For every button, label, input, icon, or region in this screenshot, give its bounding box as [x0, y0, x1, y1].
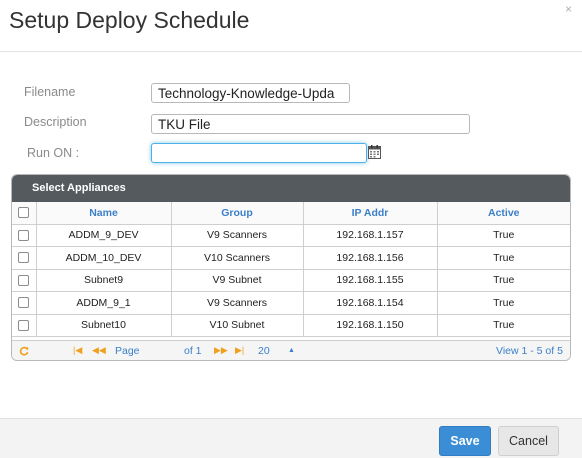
- select-all-checkbox[interactable]: [18, 207, 30, 219]
- column-header-name[interactable]: Name: [35, 202, 172, 225]
- dialog-footer: Save Cancel: [0, 418, 582, 458]
- column-header-ip-addr[interactable]: IP Addr: [302, 202, 438, 225]
- appliances-grid: Select Appliances Name Group IP Addr Act…: [11, 174, 571, 361]
- run-on-date-field[interactable]: [151, 143, 367, 163]
- calendar-icon[interactable]: [368, 145, 381, 159]
- first-page-icon[interactable]: |◀: [73, 345, 82, 356]
- appliances-table: Name Group IP Addr Active ADDM_9_DEV V9 …: [12, 202, 570, 337]
- cancel-button[interactable]: Cancel: [498, 426, 559, 456]
- row-checkbox[interactable]: [18, 274, 30, 286]
- close-icon[interactable]: ×: [565, 2, 572, 16]
- cell-group: V9 Scanners: [170, 223, 304, 247]
- cell-group: V9 Subnet: [170, 268, 304, 292]
- save-button[interactable]: Save: [439, 426, 491, 456]
- row-checkbox[interactable]: [18, 252, 30, 264]
- cell-name: Subnet9: [35, 268, 172, 292]
- column-header-active[interactable]: Active: [436, 202, 570, 225]
- row-select-cell: [12, 291, 37, 315]
- description-field[interactable]: [151, 114, 470, 134]
- column-header-group[interactable]: Group: [170, 202, 304, 225]
- row-select-cell: [12, 223, 37, 247]
- cell-group: V10 Subnet: [170, 313, 304, 337]
- cell-name: Subnet10: [35, 313, 172, 337]
- select-all-cell: [12, 202, 37, 225]
- page-number-input[interactable]: [143, 344, 177, 358]
- row-select-cell: [12, 268, 37, 292]
- cell-ip-addr: 192.168.1.156: [302, 246, 438, 270]
- row-select-cell: [12, 313, 37, 337]
- last-page-icon[interactable]: ▶|: [235, 345, 244, 356]
- next-page-icon[interactable]: ▶▶: [214, 345, 228, 356]
- cell-ip-addr: 192.168.1.155: [302, 268, 438, 292]
- cell-group: V10 Scanners: [170, 246, 304, 270]
- cell-active: True: [436, 313, 570, 337]
- description-label: Description: [24, 115, 87, 129]
- cell-active: True: [436, 246, 570, 270]
- filename-label: Filename: [24, 85, 76, 99]
- cell-active: True: [436, 223, 570, 247]
- page-label: Page: [115, 345, 140, 357]
- cell-group: V9 Scanners: [170, 291, 304, 315]
- dialog-header: Setup Deploy Schedule ×: [0, 0, 582, 52]
- table-row[interactable]: ADDM_9_1 V9 Scanners 192.168.1.154 True: [12, 291, 570, 315]
- refresh-icon[interactable]: [19, 346, 29, 356]
- row-checkbox[interactable]: [18, 297, 30, 309]
- prev-page-icon[interactable]: ◀◀: [92, 345, 106, 356]
- grid-pager: |◀ ◀◀ Page of 1 ▶▶ ▶| 20 ▲ View 1 - 5 of…: [12, 340, 570, 360]
- view-records-text: View 1 - 5 of 5: [496, 345, 563, 357]
- cell-name: ADDM_9_DEV: [35, 223, 172, 247]
- page-count-label: of 1: [184, 345, 202, 357]
- page-size-arrow-icon[interactable]: ▲: [288, 347, 295, 354]
- table-row[interactable]: ADDM_9_DEV V9 Scanners 192.168.1.157 Tru…: [12, 223, 570, 247]
- table-row[interactable]: Subnet10 V10 Subnet 192.168.1.150 True: [12, 313, 570, 337]
- row-checkbox[interactable]: [18, 229, 30, 241]
- grid-caption-title: Select Appliances: [32, 182, 126, 194]
- table-row[interactable]: ADDM_10_DEV V10 Scanners 192.168.1.156 T…: [12, 246, 570, 270]
- table-row[interactable]: Subnet9 V9 Subnet 192.168.1.155 True: [12, 268, 570, 292]
- table-header-row: Name Group IP Addr Active: [12, 202, 570, 225]
- cell-active: True: [436, 291, 570, 315]
- cell-ip-addr: 192.168.1.150: [302, 313, 438, 337]
- page-size-select[interactable]: 20: [258, 345, 270, 357]
- cell-ip-addr: 192.168.1.154: [302, 291, 438, 315]
- run-on-label: Run ON :: [27, 146, 80, 160]
- row-select-cell: [12, 246, 37, 270]
- cell-name: ADDM_9_1: [35, 291, 172, 315]
- cell-name: ADDM_10_DEV: [35, 246, 172, 270]
- filename-field[interactable]: [151, 83, 350, 103]
- page-size-value: 20: [258, 345, 270, 357]
- dialog-title: Setup Deploy Schedule: [9, 7, 250, 33]
- grid-caption: Select Appliances: [12, 175, 570, 202]
- row-checkbox[interactable]: [18, 319, 30, 331]
- cell-ip-addr: 192.168.1.157: [302, 223, 438, 247]
- cell-active: True: [436, 268, 570, 292]
- setup-deploy-schedule-dialog: Setup Deploy Schedule × Filename Descrip…: [0, 0, 582, 458]
